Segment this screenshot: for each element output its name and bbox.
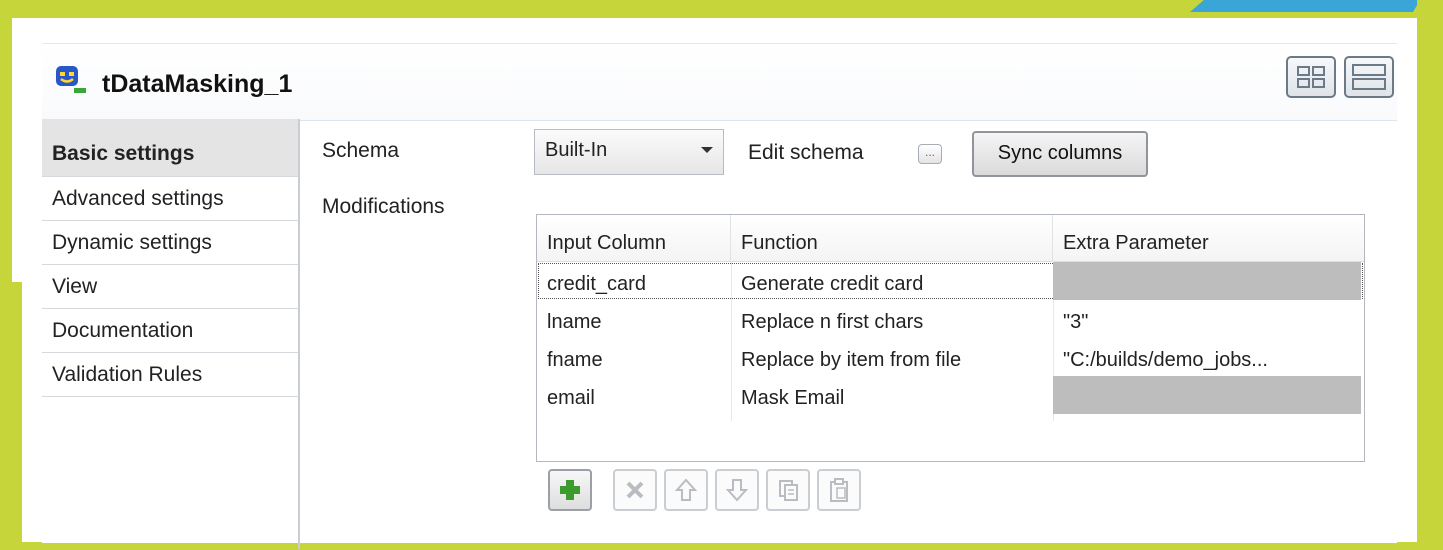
frame-left-border-lower xyxy=(0,282,22,550)
cell-function[interactable]: Replace n first chars xyxy=(731,300,1053,338)
add-icon xyxy=(560,480,580,500)
cell-extra-parameter xyxy=(1053,262,1361,300)
sidebar-item-label: Documentation xyxy=(52,319,194,342)
frame-right-border xyxy=(1417,0,1443,550)
stacked-layout-icon xyxy=(1352,64,1386,90)
sidebar-item-label: Dynamic settings xyxy=(52,231,212,254)
cell-extra-parameter[interactable]: "C:/builds/demo_jobs... xyxy=(1053,338,1361,376)
cell-function[interactable]: Replace by item from file xyxy=(731,338,1053,376)
grid-layout-button[interactable] xyxy=(1286,56,1336,98)
stacked-layout-button[interactable] xyxy=(1344,56,1394,98)
sidebar-item-advanced-settings[interactable]: Advanced settings xyxy=(42,177,298,221)
sidebar-item-label: Validation Rules xyxy=(52,363,203,386)
cell-input-column[interactable]: credit_card xyxy=(537,262,731,300)
cell-input-column[interactable]: fname xyxy=(537,338,731,376)
sync-columns-button[interactable]: Sync columns xyxy=(972,131,1148,177)
table-row[interactable]: fname Replace by item from file "C:/buil… xyxy=(537,338,1364,376)
mask-component-icon xyxy=(54,64,88,98)
delete-icon xyxy=(626,481,644,499)
schema-select-value: Built-In xyxy=(545,139,608,161)
component-header: tDataMasking_1 xyxy=(42,43,1397,121)
accent-tab xyxy=(1190,0,1420,12)
component-settings-panel: tDataMasking_1 Basic settings Advanced s… xyxy=(42,43,1397,549)
sidebar-item-label: Basic settings xyxy=(52,142,195,165)
frame-left-border xyxy=(0,0,12,282)
settings-sidebar: Basic settings Advanced settings Dynamic… xyxy=(42,119,300,549)
move-up-button[interactable] xyxy=(664,469,708,511)
canvas: tDataMasking_1 Basic settings Advanced s… xyxy=(22,18,1417,549)
table-row[interactable]: credit_card Generate credit card xyxy=(537,262,1364,300)
sidebar-item-view[interactable]: View xyxy=(42,265,298,309)
sidebar-item-basic-settings[interactable]: Basic settings xyxy=(42,119,298,177)
sidebar-item-validation-rules[interactable]: Validation Rules xyxy=(42,353,298,397)
schema-select[interactable]: Built-In xyxy=(534,129,724,175)
schema-label: Schema xyxy=(322,139,400,162)
cell-input-column[interactable]: lname xyxy=(537,300,731,338)
chevron-down-icon xyxy=(701,147,713,153)
edit-schema-button[interactable]: ... xyxy=(918,144,942,164)
component-title: tDataMasking_1 xyxy=(102,70,293,98)
modifications-table: Input Column Function Extra Parameter cr… xyxy=(536,214,1365,462)
modifications-label: Modifications xyxy=(322,195,445,218)
paste-icon xyxy=(830,478,848,502)
column-header-function[interactable]: Function xyxy=(731,215,1053,261)
edit-schema-label: Edit schema xyxy=(748,141,864,164)
copy-icon xyxy=(779,480,798,501)
column-header-extra-parameter[interactable]: Extra Parameter xyxy=(1053,215,1364,261)
move-down-button[interactable] xyxy=(715,469,759,511)
sidebar-item-label: View xyxy=(52,275,98,298)
cell-function[interactable]: Mask Email xyxy=(731,376,1053,414)
move-down-icon xyxy=(725,479,749,502)
table-row[interactable]: email Mask Email xyxy=(537,376,1364,414)
grid-layout-icon xyxy=(1297,66,1325,88)
cell-extra-parameter[interactable]: "3" xyxy=(1053,300,1361,338)
column-header-input[interactable]: Input Column xyxy=(537,215,731,261)
cell-function[interactable]: Generate credit card xyxy=(731,262,1053,300)
table-header: Input Column Function Extra Parameter xyxy=(537,215,1364,262)
sidebar-item-label: Advanced settings xyxy=(52,187,224,210)
cell-extra-parameter xyxy=(1053,376,1361,414)
move-up-icon xyxy=(674,478,698,501)
sidebar-item-dynamic-settings[interactable]: Dynamic settings xyxy=(42,221,298,265)
paste-row-button[interactable] xyxy=(817,469,861,511)
table-row[interactable]: lname Replace n first chars "3" xyxy=(537,300,1364,338)
delete-row-button[interactable] xyxy=(613,469,657,511)
sidebar-item-documentation[interactable]: Documentation xyxy=(42,309,298,353)
add-row-button[interactable] xyxy=(548,469,592,511)
cell-input-column[interactable]: email xyxy=(537,376,731,414)
copy-row-button[interactable] xyxy=(766,469,810,511)
